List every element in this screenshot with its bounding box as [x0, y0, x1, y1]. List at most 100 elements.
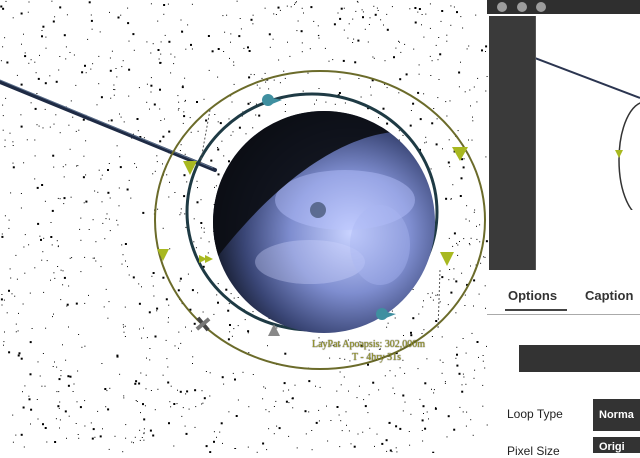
star — [309, 48, 311, 50]
star — [24, 55, 27, 58]
tab-options[interactable]: Options — [508, 288, 557, 303]
tab-caption[interactable]: Caption — [585, 288, 633, 303]
star — [163, 4, 166, 6]
star — [340, 7, 343, 10]
star — [455, 280, 458, 283]
star — [53, 313, 54, 315]
caption-input[interactable] — [519, 345, 640, 372]
vessel-icon-2[interactable] — [376, 308, 396, 320]
star — [63, 276, 66, 279]
star — [128, 179, 130, 181]
star — [285, 400, 288, 403]
pixel-size-select[interactable]: Origi — [593, 437, 640, 453]
star — [57, 266, 59, 267]
star — [2, 46, 4, 48]
star — [128, 40, 130, 42]
star — [34, 61, 36, 63]
star — [409, 124, 412, 127]
star — [107, 317, 109, 319]
star — [122, 60, 124, 62]
star — [347, 37, 349, 39]
star — [374, 445, 375, 447]
star — [95, 241, 97, 243]
star — [422, 405, 425, 408]
star — [115, 68, 117, 69]
descending-node-icon[interactable] — [440, 252, 454, 266]
star — [442, 148, 443, 150]
window-titlebar[interactable] — [487, 0, 640, 14]
star — [255, 103, 257, 105]
star — [447, 161, 450, 164]
star — [219, 122, 222, 125]
planet-kerbin[interactable] — [200, 110, 435, 333]
star — [311, 449, 313, 451]
star — [154, 409, 156, 411]
star — [169, 181, 170, 183]
star — [316, 99, 317, 101]
star — [141, 337, 143, 339]
star — [127, 266, 128, 268]
star — [376, 7, 378, 9]
star — [167, 381, 170, 384]
star — [133, 49, 135, 51]
star — [76, 165, 77, 167]
star — [186, 390, 189, 393]
star — [214, 186, 215, 188]
star — [465, 425, 467, 427]
star — [391, 310, 393, 312]
maximize-window-button[interactable] — [536, 2, 546, 12]
preview-panel[interactable] — [489, 16, 536, 270]
star — [283, 70, 285, 72]
star — [67, 375, 70, 378]
star — [481, 49, 483, 52]
star — [386, 87, 388, 89]
star — [294, 2, 296, 4]
star — [438, 37, 440, 38]
star — [139, 429, 141, 431]
star — [393, 56, 395, 59]
star — [447, 304, 449, 306]
star — [482, 405, 484, 407]
maneuver-arrow-icon[interactable] — [199, 255, 213, 263]
star — [120, 14, 122, 16]
star — [54, 361, 55, 363]
star — [8, 351, 11, 354]
star — [164, 34, 166, 36]
star — [167, 321, 169, 323]
star — [453, 232, 456, 235]
star — [470, 265, 471, 267]
star — [58, 69, 60, 71]
star — [196, 180, 198, 182]
minimize-window-button[interactable] — [517, 2, 527, 12]
star — [12, 414, 14, 416]
loop-type-select[interactable]: Norma — [593, 399, 640, 431]
vessel-icon[interactable] — [262, 94, 282, 106]
star — [440, 20, 442, 22]
star — [136, 401, 138, 402]
star — [430, 296, 432, 298]
star — [168, 40, 171, 43]
star — [159, 108, 161, 110]
star — [3, 341, 5, 343]
star — [66, 14, 68, 16]
star — [225, 288, 228, 291]
star — [8, 227, 10, 229]
star — [94, 190, 96, 192]
star — [476, 238, 478, 240]
star — [84, 345, 86, 347]
star — [58, 378, 61, 381]
close-window-button[interactable] — [497, 2, 507, 12]
star — [34, 155, 36, 157]
star — [101, 174, 103, 176]
star — [183, 111, 185, 113]
star — [4, 331, 5, 333]
star — [44, 200, 46, 202]
star — [41, 184, 44, 186]
star — [421, 24, 422, 26]
star — [386, 450, 388, 452]
apoapsis-marker-icon[interactable] — [452, 147, 468, 161]
star — [367, 363, 369, 366]
star — [34, 107, 37, 110]
star — [78, 129, 80, 131]
star — [264, 7, 266, 9]
